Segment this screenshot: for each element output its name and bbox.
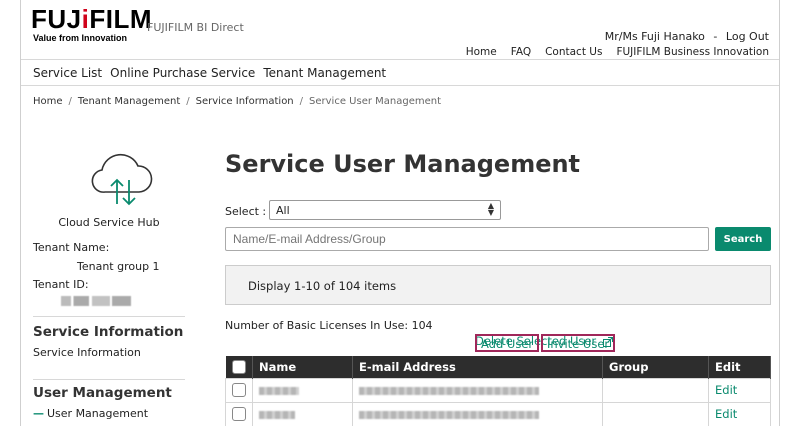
column-header-group[interactable]: Group [602, 356, 709, 378]
search-input[interactable] [225, 227, 709, 251]
logo-tagline: Value from Innovation [33, 33, 128, 43]
active-indicator-icon: — [33, 407, 44, 420]
nav-home[interactable]: Home [466, 46, 497, 58]
tenant-id-label: Tenant ID: [33, 278, 89, 291]
header: FUJiFILM Value from Innovation FUJIFILM … [21, 0, 779, 60]
column-header-email[interactable]: E-mail Address [352, 356, 603, 378]
item-count-display: Display 1-10 of 104 items [225, 265, 771, 305]
user-email-cell [352, 377, 603, 403]
row-checkbox-cell [225, 377, 253, 403]
licenses-in-use: Number of Basic Licenses In Use: 104 [225, 319, 433, 332]
search-button[interactable]: Search [715, 227, 771, 251]
user-group-cell [602, 401, 709, 426]
redacted-name [259, 386, 299, 395]
breadcrumb-home[interactable]: Home [33, 96, 63, 107]
breadcrumb-tenant-management[interactable]: Tenant Management [78, 96, 180, 107]
breadcrumb-service-information[interactable]: Service Information [196, 96, 294, 107]
select-all-checkbox[interactable] [231, 360, 246, 374]
sidebar-heading-service-information: Service Information [33, 324, 184, 340]
user-separator: - [713, 30, 718, 43]
nav-contact-us[interactable]: Contact Us [545, 46, 602, 58]
select-label: Select : [225, 205, 267, 218]
redacted-name [259, 410, 295, 419]
select-all-cell [225, 356, 253, 378]
app-frame: FUJiFILM Value from Innovation FUJIFILM … [20, 0, 780, 426]
select-arrows-icon: ▲ ▼ [487, 201, 494, 217]
menu-bar: Service List Online Purchase Service Ten… [21, 60, 779, 86]
breadcrumb-current: Service User Management [309, 96, 442, 107]
user-name: Mr/Ms Fuji Hanako [604, 30, 705, 43]
table-actions: Add User Invite User Delete Selected Use… [475, 334, 616, 352]
add-user-button[interactable]: Add User [475, 334, 540, 352]
user-group-cell [602, 377, 709, 403]
user-email-cell [352, 401, 603, 426]
menu-service-list[interactable]: Service List [33, 66, 102, 80]
table-header-row: Name E-mail Address Group Edit [225, 356, 771, 378]
breadcrumb-separator: / [68, 96, 72, 107]
nav-faq[interactable]: FAQ [511, 46, 531, 58]
fujifilm-logo[interactable]: FUJiFILM [31, 6, 152, 32]
breadcrumb-separator: / [299, 96, 304, 107]
row-checkbox[interactable] [232, 383, 246, 398]
row-checkbox-cell [225, 401, 253, 426]
menu-tenant-management[interactable]: Tenant Management [263, 66, 386, 80]
redacted-email [359, 410, 539, 419]
tenant-name-value: Tenant group 1 [77, 260, 160, 273]
filter-select[interactable]: All ▲ ▼ [269, 200, 501, 220]
hub-name: Cloud Service Hub [58, 216, 160, 229]
sidebar-item-label: User Management [47, 407, 149, 420]
tenant-name-label: Tenant Name: [33, 241, 110, 254]
user-line: Mr/Ms Fuji Hanako - Log Out [605, 30, 769, 43]
logout-link[interactable]: Log Out [726, 30, 769, 43]
sidebar-heading-user-management: User Management [33, 385, 172, 401]
users-table: Name E-mail Address Group Edit Edit Edit [225, 356, 771, 426]
breadcrumb-separator: / [186, 96, 190, 107]
user-name-cell [252, 377, 353, 403]
table-row: Edit [225, 401, 771, 426]
redacted-email [359, 386, 539, 395]
edit-link[interactable]: Edit [708, 401, 771, 426]
page-title: Service User Management [225, 150, 581, 178]
sidebar-divider [33, 379, 185, 380]
menu-online-purchase[interactable]: Online Purchase Service [110, 66, 255, 80]
sidebar-item-service-information[interactable]: Service Information [33, 346, 141, 359]
column-header-name[interactable]: Name [252, 356, 353, 378]
tenant-id-value-redacted [61, 296, 131, 306]
invite-user-button[interactable]: Invite User [541, 334, 616, 352]
table-row: Edit [225, 377, 771, 403]
user-name-cell [252, 401, 353, 426]
edit-link[interactable]: Edit [708, 377, 771, 403]
brand-name: FUJIFILM BI Direct [147, 21, 244, 34]
row-checkbox[interactable] [232, 407, 246, 422]
sidebar-divider [33, 316, 185, 317]
top-nav: Home FAQ Contact Us FUJIFILM Business In… [466, 46, 769, 58]
column-header-edit: Edit [708, 356, 771, 378]
cloud-sync-icon [91, 153, 153, 206]
nav-fujifilm-bi[interactable]: FUJIFILM Business Innovation [616, 46, 769, 58]
sidebar-item-user-management[interactable]: — User Management [33, 407, 148, 420]
breadcrumb: Home / Tenant Management / Service Infor… [33, 96, 441, 107]
filter-select-value: All [276, 204, 290, 217]
